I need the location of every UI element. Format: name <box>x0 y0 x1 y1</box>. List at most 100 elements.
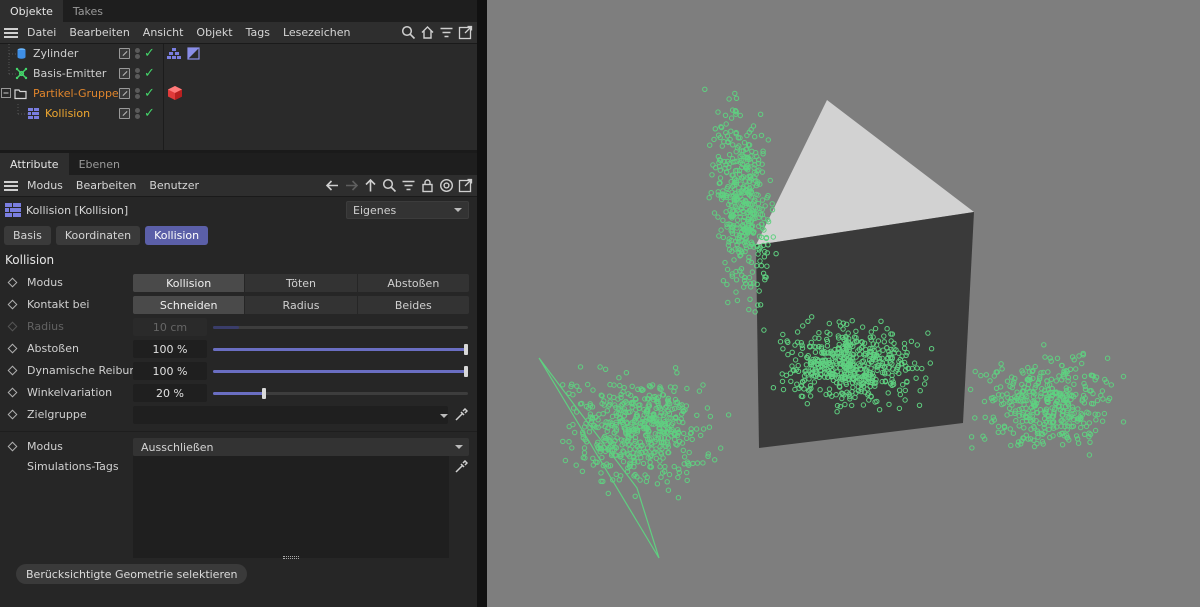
lock-icon[interactable] <box>420 178 435 193</box>
keyframe-diamond-icon[interactable] <box>7 343 18 354</box>
edit-flag-icon[interactable] <box>119 88 130 99</box>
slider-handle[interactable] <box>262 388 266 399</box>
menu-datei[interactable]: Datei <box>27 26 56 39</box>
arrow-right-icon[interactable] <box>344 178 359 193</box>
target-icon[interactable] <box>439 178 454 193</box>
menu-bearbeiten[interactable]: Bearbeiten <box>69 26 129 39</box>
home-icon[interactable] <box>420 25 435 40</box>
enabled-check-icon[interactable]: ✓ <box>144 87 155 100</box>
eyedropper-icon[interactable] <box>454 460 468 474</box>
param-zielgruppe: Zielgruppe <box>0 404 477 426</box>
menu-modus[interactable]: Modus <box>27 179 63 192</box>
visibility-dots-icon[interactable] <box>134 107 140 120</box>
pill-kollision[interactable]: Kollision <box>145 225 209 245</box>
eyedropper-icon[interactable] <box>454 408 468 422</box>
keyframe-diamond-icon[interactable] <box>7 299 18 310</box>
keyframe-diamond-icon[interactable] <box>7 387 18 398</box>
slider-handle[interactable] <box>464 344 468 355</box>
object-row-partikel-gruppe[interactable]: Partikel-Gruppe ✓ <box>0 84 477 104</box>
arrow-up-icon[interactable] <box>363 178 378 193</box>
tab-ebenen[interactable]: Ebenen <box>69 153 130 175</box>
search-icon[interactable] <box>382 178 397 193</box>
chevron-down-icon[interactable] <box>440 414 448 418</box>
menu-tags[interactable]: Tags <box>246 26 270 39</box>
object-row-kollision[interactable]: Kollision ✓ <box>0 104 477 124</box>
menu-objekt[interactable]: Objekt <box>196 26 232 39</box>
tab-takes[interactable]: Takes <box>63 0 113 22</box>
keyframe-diamond-icon[interactable] <box>7 409 18 420</box>
menu-bearbeiten[interactable]: Bearbeiten <box>76 179 136 192</box>
modus-segmented-control: Kollision Töten Abstoßen <box>133 274 469 292</box>
viewport-scene <box>538 86 1127 559</box>
param-label: Winkelvariation <box>27 386 113 399</box>
modus-dropdown-value: Ausschließen <box>141 440 214 454</box>
visibility-dots-icon[interactable] <box>134 67 140 80</box>
menu-benutzer[interactable]: Benutzer <box>149 179 199 192</box>
search-icon[interactable] <box>401 25 416 40</box>
kontakt-option-beides[interactable]: Beides <box>358 296 469 314</box>
modus-option-toeten[interactable]: Töten <box>245 274 358 292</box>
arrow-left-icon[interactable] <box>325 178 340 193</box>
visibility-dots-icon[interactable] <box>134 47 140 60</box>
collapse-toggle-icon[interactable] <box>1 88 12 99</box>
modus-option-kollision[interactable]: Kollision <box>133 274 246 292</box>
resize-grip-icon[interactable] <box>283 556 299 559</box>
keyframe-diamond-icon[interactable] <box>7 277 18 288</box>
param-label: Zielgruppe <box>27 408 87 421</box>
object-row-basis-emitter[interactable]: Basis-Emitter ✓ <box>0 64 477 84</box>
edit-flag-icon[interactable] <box>119 48 130 59</box>
slider-handle[interactable] <box>464 366 468 377</box>
enabled-check-icon[interactable]: ✓ <box>144 107 155 120</box>
attribute-manager: Attribute Ebenen Modus Bearbeiten Benutz… <box>0 153 477 480</box>
simulations-tags-list[interactable] <box>133 456 449 559</box>
preset-dropdown[interactable]: Eigenes <box>346 201 469 219</box>
pill-basis[interactable]: Basis <box>4 225 51 245</box>
phong-tag-icon[interactable] <box>187 47 200 60</box>
cloth-tag-icon[interactable] <box>167 47 181 60</box>
kontakt-option-radius[interactable]: Radius <box>245 296 358 314</box>
keyframe-diamond-icon <box>7 321 18 332</box>
enabled-check-icon[interactable]: ✓ <box>144 47 155 60</box>
menu-lesezeichen[interactable]: Lesezeichen <box>283 26 351 39</box>
reibung-slider[interactable] <box>213 366 468 377</box>
zielgruppe-link-field[interactable] <box>133 406 448 424</box>
modus-dropdown[interactable]: Ausschließen <box>133 438 469 456</box>
emitter-icon <box>15 67 28 80</box>
panel-separator[interactable] <box>477 0 487 607</box>
visibility-dots-icon[interactable] <box>134 87 140 100</box>
particle-group-tag-icon[interactable] <box>167 85 183 101</box>
3d-viewport[interactable] <box>487 0 1200 607</box>
hamburger-menu-icon[interactable] <box>4 180 18 191</box>
cylinder-icon <box>17 48 26 59</box>
popout-icon[interactable] <box>458 25 473 40</box>
keyframe-diamond-icon[interactable] <box>7 365 18 376</box>
tab-attribute[interactable]: Attribute <box>0 153 69 175</box>
select-geometry-button[interactable]: Berücksichtigte Geometrie selektieren <box>16 564 248 584</box>
modus-option-abstossen[interactable]: Abstoßen <box>358 274 469 292</box>
kontakt-segmented-control: Schneiden Radius Beides <box>133 296 469 314</box>
winkel-slider[interactable] <box>213 388 468 399</box>
edit-flag-icon[interactable] <box>119 68 130 79</box>
filter-icon[interactable] <box>439 25 454 40</box>
abstossen-slider[interactable] <box>213 344 468 355</box>
menu-ansicht[interactable]: Ansicht <box>143 26 184 39</box>
hamburger-menu-icon[interactable] <box>4 27 18 38</box>
preset-value: Eigenes <box>353 203 397 217</box>
keyframe-diamond-icon[interactable] <box>7 441 18 452</box>
collision-icon <box>5 203 21 217</box>
object-row-zylinder[interactable]: Zylinder ✓ <box>0 44 477 64</box>
pill-koordinaten[interactable]: Koordinaten <box>55 225 141 245</box>
popout-icon[interactable] <box>458 178 473 193</box>
tab-objekte[interactable]: Objekte <box>0 0 63 22</box>
winkel-input[interactable]: 20 % <box>133 384 207 402</box>
param-label: Dynamische Reibung <box>27 364 144 377</box>
filter-icon[interactable] <box>401 178 416 193</box>
reibung-input[interactable]: 100 % <box>133 362 207 380</box>
edit-flag-icon[interactable] <box>119 108 130 119</box>
object-tags <box>167 47 200 60</box>
kontakt-option-schneiden[interactable]: Schneiden <box>133 296 246 314</box>
abstossen-input[interactable]: 100 % <box>133 340 207 358</box>
enabled-check-icon[interactable]: ✓ <box>144 67 155 80</box>
attribute-manager-tabs: Attribute Ebenen <box>0 153 477 175</box>
object-flags: ✓ <box>119 107 155 120</box>
